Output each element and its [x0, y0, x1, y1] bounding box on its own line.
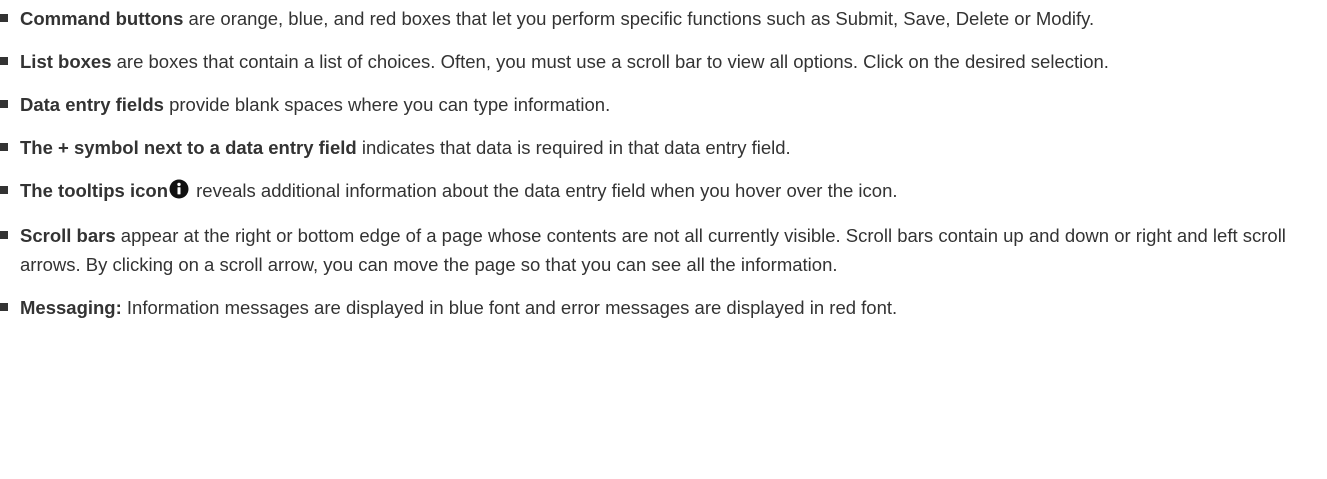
feature-list: Command buttons are orange, blue, and re… [0, 0, 1327, 322]
bullet-icon [0, 14, 8, 22]
item-text: are boxes that contain a list of choices… [111, 51, 1109, 72]
list-item-required-symbol: The + symbol next to a data entry field … [0, 133, 1327, 162]
item-text: Information messages are displayed in bl… [121, 297, 898, 318]
bullet-icon [0, 231, 8, 239]
item-text: provide blank spaces where you can type … [163, 94, 611, 115]
item-term: Scroll bars [20, 225, 116, 246]
item-term: Data entry fields [20, 94, 164, 115]
list-item-tooltips-icon: The tooltips icon reveals additional inf… [0, 176, 1327, 207]
list-item-command-buttons: Command buttons are orange, blue, and re… [0, 4, 1327, 33]
bullet-icon [0, 57, 8, 65]
item-term: The tooltips icon [20, 180, 168, 201]
item-text: indicates that data is required in that … [356, 137, 791, 158]
item-term: The + symbol next to a data entry field [20, 137, 357, 158]
bullet-icon [0, 186, 8, 194]
list-item-data-entry-fields: Data entry fields provide blank spaces w… [0, 90, 1327, 119]
bullet-icon [0, 143, 8, 151]
item-text: are orange, blue, and red boxes that let… [183, 8, 1095, 29]
bullet-icon [0, 303, 8, 311]
item-text: reveals additional information about the… [191, 180, 898, 201]
item-term: Command buttons [20, 8, 184, 29]
list-item-scroll-bars: Scroll bars appear at the right or botto… [0, 221, 1327, 279]
info-icon [169, 178, 189, 207]
list-item-messaging: Messaging: Information messages are disp… [0, 293, 1327, 322]
item-term: List boxes [20, 51, 112, 72]
item-term: Messaging: [20, 297, 122, 318]
item-text: appear at the right or bottom edge of a … [20, 225, 1286, 275]
list-item-list-boxes: List boxes are boxes that contain a list… [0, 47, 1327, 76]
bullet-icon [0, 100, 8, 108]
